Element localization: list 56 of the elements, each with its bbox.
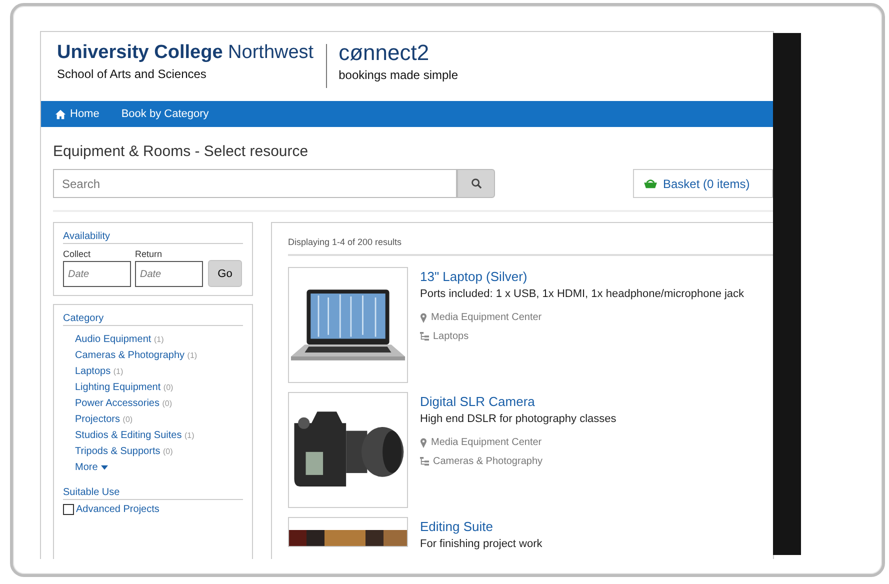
category-link[interactable]: Audio Equipment (75, 334, 152, 345)
basket-button[interactable]: Basket (0 items) (633, 169, 773, 198)
item-count: (0) (122, 415, 133, 424)
page-title: Equipment & Rooms - Select resource (53, 143, 310, 160)
resource-title-link[interactable]: Digital SLR Camera (420, 394, 616, 409)
more-link[interactable]: More (75, 462, 243, 473)
resource-location: Media Equipment Center (431, 312, 542, 323)
field-label: Collect (63, 249, 92, 259)
basket-icon (643, 178, 658, 189)
go-button[interactable]: Go (208, 260, 242, 287)
category-link[interactable]: Power Accessories (75, 398, 160, 409)
item-count: (1) (187, 351, 198, 360)
caret-icon (100, 465, 108, 470)
item-count: (1) (184, 431, 194, 440)
school-name: School of Arts and Sciences (57, 67, 208, 81)
date-field[interactable]: Date (63, 261, 131, 287)
location-pin-icon (420, 312, 427, 322)
item-count: (0) (163, 383, 174, 392)
home-icon (55, 108, 66, 120)
category-link[interactable]: Laptops (75, 366, 111, 377)
panel-heading: Availability (63, 231, 243, 244)
resource-title-link[interactable]: Editing Suite (420, 519, 542, 534)
panel-heading: Category (63, 313, 243, 326)
resource-title-link[interactable]: 13" Laptop (Silver) (420, 269, 744, 284)
panel-heading: Suitable Use (63, 487, 243, 500)
resource-description: For finishing project work (420, 538, 542, 550)
item-count: (1) (113, 367, 124, 376)
category-link[interactable]: Projectors (75, 414, 120, 425)
brand-logo: cønnect2 (338, 42, 430, 64)
checkbox-option[interactable]: Advanced Projects (63, 504, 243, 515)
resource-category: Cameras & Photography (433, 456, 543, 467)
date-field[interactable]: Date (135, 261, 203, 287)
category-link[interactable]: Cameras & Photography (75, 350, 185, 361)
resource-location: Media Equipment Center (431, 437, 542, 448)
nav-link[interactable]: Home (55, 108, 100, 120)
search-icon (470, 178, 482, 189)
results-summary: Displaying 1-4 of 200 results (288, 223, 773, 256)
category-link[interactable]: Tripods & Supports (75, 446, 160, 457)
search-button[interactable] (457, 169, 495, 198)
brand-tagline: bookings made simple (338, 68, 458, 82)
nav-link[interactable]: Book by Category (121, 108, 209, 120)
university-name: University College Northwest (57, 42, 314, 64)
field-label: Return (135, 249, 164, 259)
hierarchy-icon (420, 332, 429, 341)
search-field[interactable]: Search (53, 169, 457, 198)
item-count: (0) (163, 447, 173, 456)
category-link[interactable]: Studios & Editing Suites (75, 430, 182, 441)
category-link[interactable]: Lighting Equipment (75, 382, 161, 393)
resource-description: Ports included: 1 x USB, 1x HDMI, 1x headphone/microphone jack (420, 288, 744, 300)
hierarchy-icon (420, 457, 429, 466)
resource-description: High end DSLR for photography classes (420, 413, 616, 425)
item-count: (1) (154, 335, 164, 344)
resource-category: Laptops (433, 331, 469, 342)
checkbox[interactable] (63, 504, 74, 515)
location-pin-icon (420, 438, 427, 448)
item-count: (0) (162, 399, 172, 408)
